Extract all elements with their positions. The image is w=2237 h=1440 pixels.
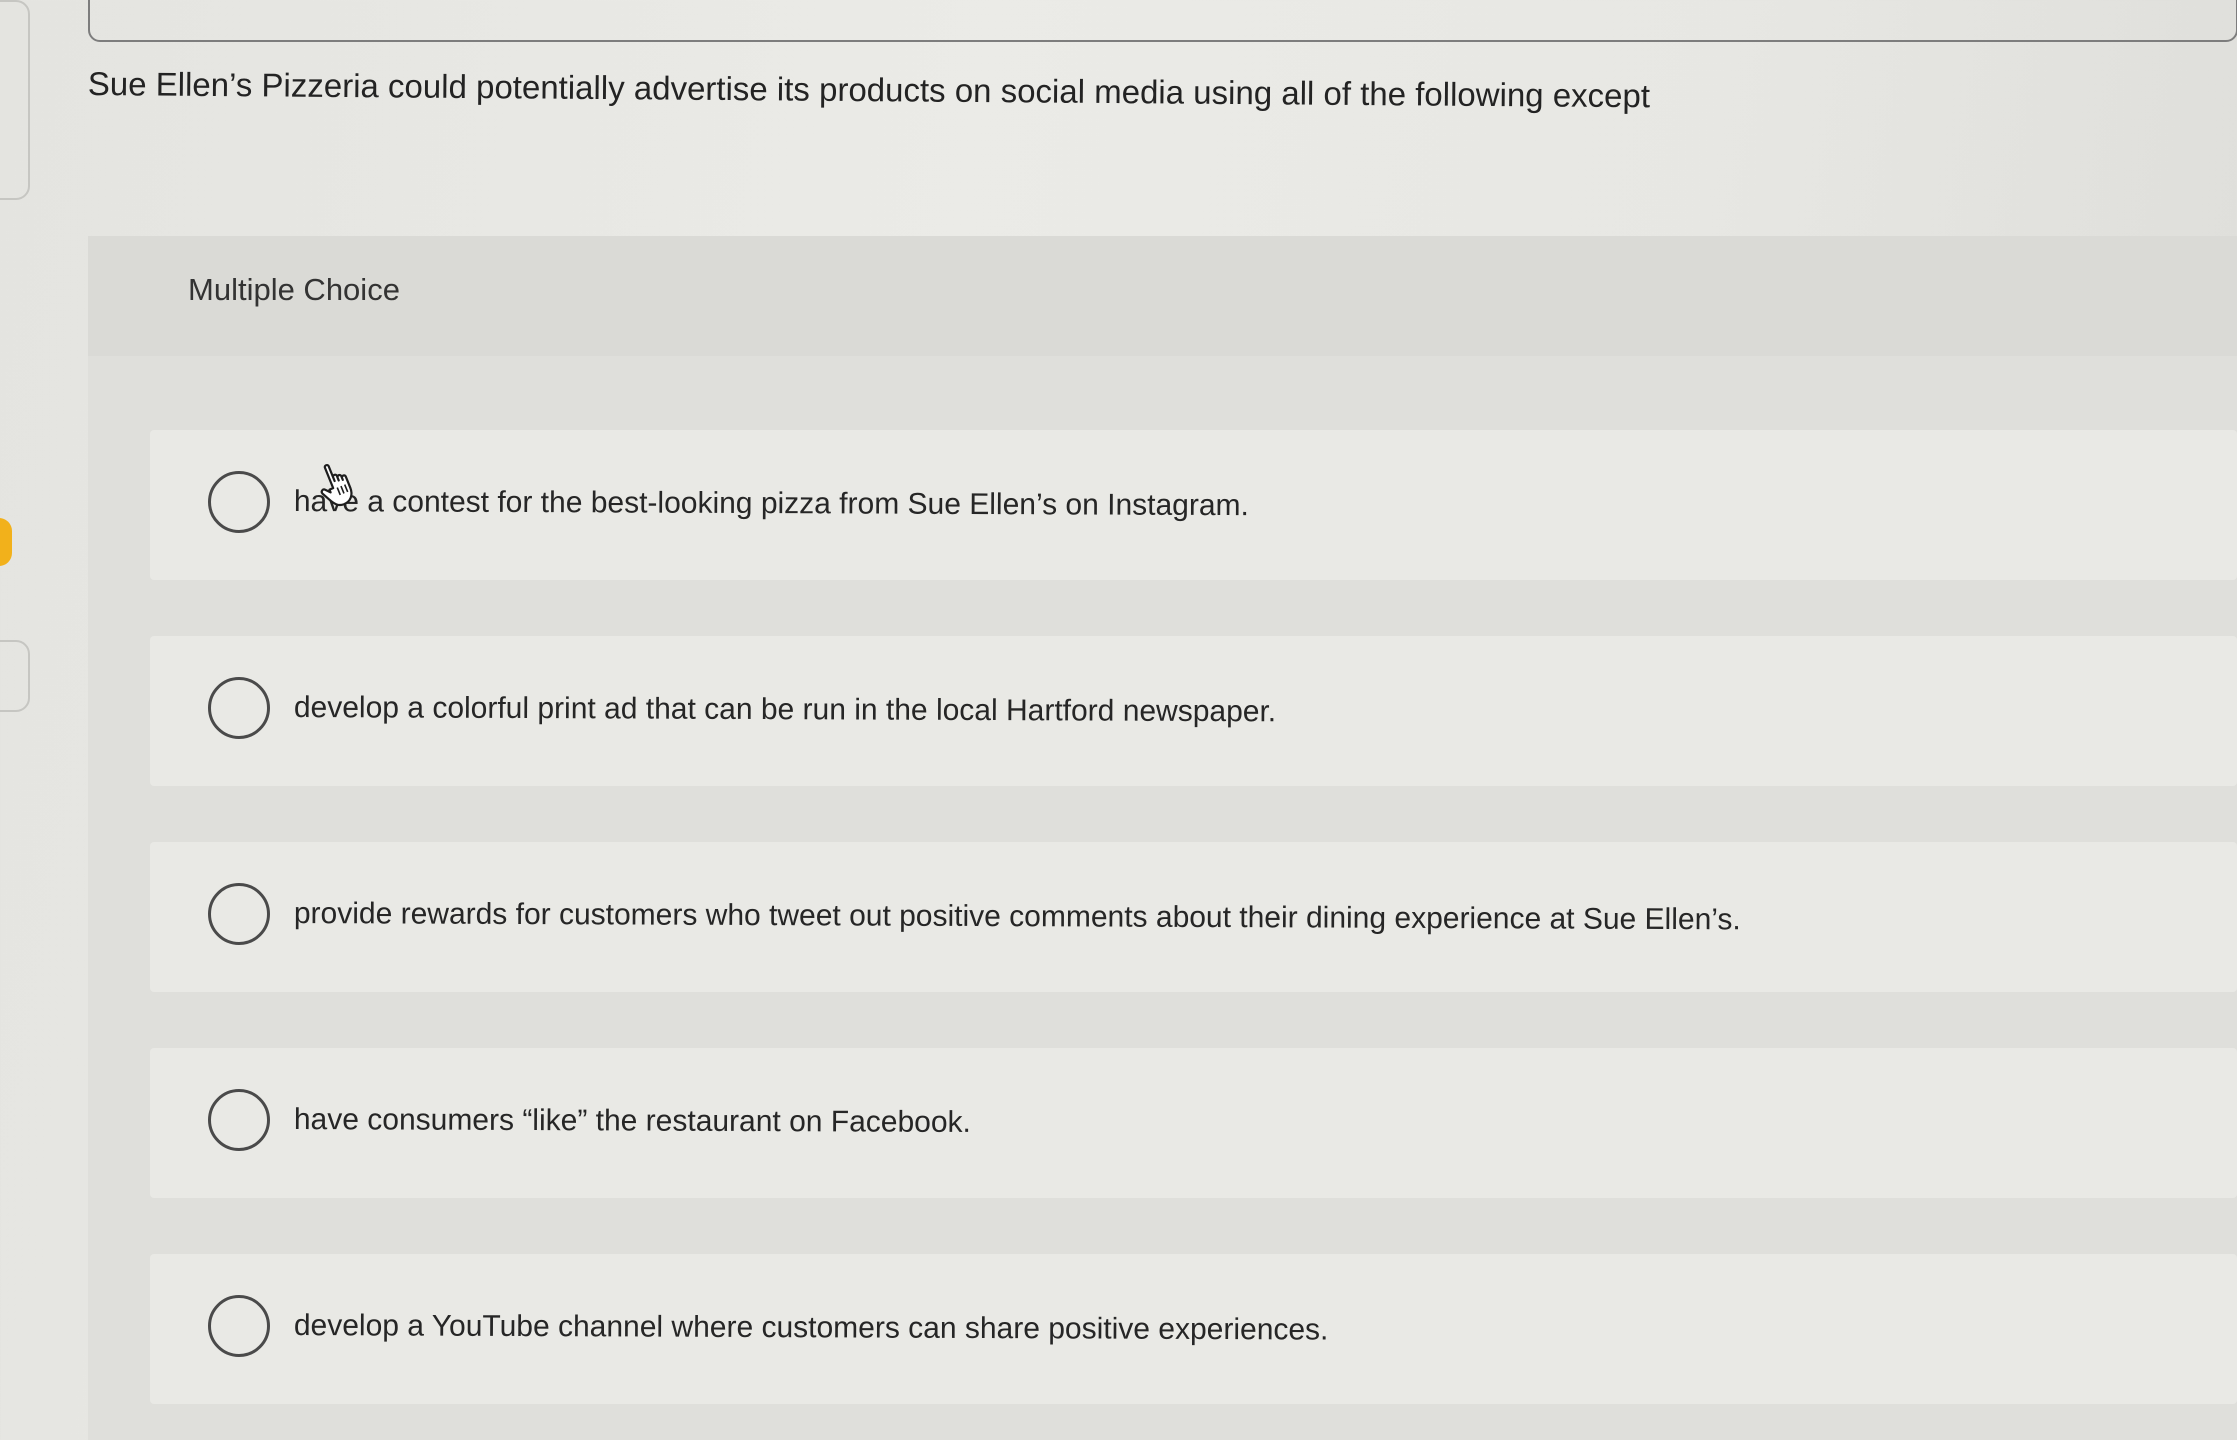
left-nav-edge-lower — [0, 640, 30, 712]
answer-option-text: provide rewards for customers who tweet … — [293, 897, 1741, 937]
multiple-choice-label: Multiple Choice — [188, 272, 400, 307]
radio-button[interactable] — [208, 471, 270, 533]
radio-button[interactable] — [208, 677, 270, 739]
radio-button[interactable] — [208, 883, 270, 945]
answer-option[interactable]: develop a YouTube channel where customer… — [150, 1254, 2237, 1404]
previous-section-frame — [88, 0, 2237, 42]
radio-button[interactable] — [208, 1295, 270, 1357]
flag-marker[interactable] — [0, 518, 12, 566]
answer-option-text: have a contest for the best-looking pizz… — [293, 484, 1249, 523]
multiple-choice-header: Multiple Choice — [88, 236, 2237, 356]
answer-option[interactable]: provide rewards for customers who tweet … — [150, 842, 2237, 992]
answer-option[interactable]: have a contest for the best-looking pizz… — [150, 430, 2237, 580]
answer-option[interactable]: have consumers “like” the restaurant on … — [150, 1048, 2237, 1198]
multiple-choice-panel: Multiple Choice have a contest for the b… — [88, 236, 2237, 1440]
answer-option-text: develop a colorful print ad that can be … — [293, 691, 1277, 729]
question-text: Sue Ellen’s Pizzeria could potentially a… — [87, 64, 1651, 115]
radio-button[interactable] — [208, 1089, 270, 1151]
answer-option-text: develop a YouTube channel where customer… — [293, 1309, 1329, 1347]
answer-option-text: have consumers “like” the restaurant on … — [293, 1103, 971, 1139]
left-nav-edge — [0, 0, 30, 200]
answer-option[interactable]: develop a colorful print ad that can be … — [150, 636, 2237, 786]
